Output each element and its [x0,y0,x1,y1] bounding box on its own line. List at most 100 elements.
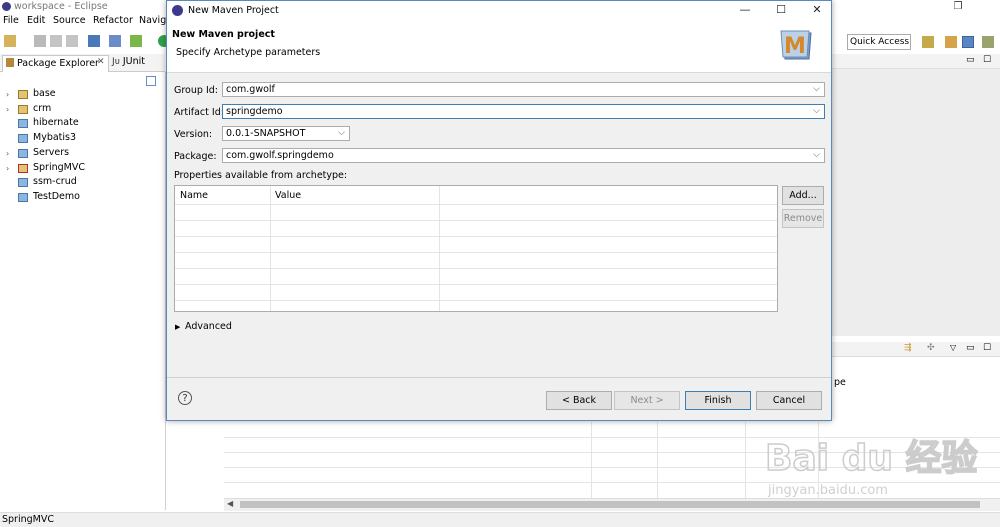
new-wizard-icon[interactable] [4,35,16,47]
chevron-right-icon[interactable]: › [6,90,9,99]
tree-item-testdemo[interactable]: TestDemo [0,191,160,205]
group-id-value: com.gwolf [226,84,275,95]
next-button[interactable]: Next > [614,391,680,410]
maven-logo-icon: M [780,30,812,60]
chevron-down-icon[interactable]: ⌵ [813,83,820,96]
folder-icon [18,178,28,188]
scrollbar-thumb[interactable] [240,501,980,508]
package-combo[interactable]: com.gwolf.springdemo ⌵ [222,148,825,163]
artifact-id-combo[interactable]: springdemo ⌵ [222,104,825,119]
open-perspective-icon[interactable] [922,36,934,48]
wizard-page-title: New Maven project [172,29,275,40]
outline-view [832,54,1000,336]
tree-item-label: Mybatis3 [33,132,77,144]
maximize-icon[interactable]: ☐ [771,3,791,17]
main-toolbar [0,29,170,52]
cancel-button[interactable]: Cancel [756,391,822,410]
minimize-view-icon[interactable]: ▭ [966,55,975,65]
close-icon[interactable]: ✕ [807,3,827,17]
tab-junit[interactable]: Jᴜ JUnit [112,56,145,67]
artifact-id-value: springdemo [226,106,283,117]
junit-icon: Jᴜ [112,57,120,67]
folder-icon [18,134,28,144]
maximize-view-icon[interactable]: ☐ [983,343,991,353]
tree-item-base[interactable]: › base [0,88,160,102]
scroll-left-icon[interactable]: ◀ [227,499,233,508]
menu-refactor[interactable]: Refactor [93,15,133,26]
tree-item-springmvc[interactable]: › SpringMVC [0,162,160,176]
status-bar: SpringMVC [0,512,1000,527]
chevron-down-icon[interactable]: ⌵ [813,105,820,118]
new-maven-project-dialog: New Maven Project — ☐ ✕ New Maven projec… [166,0,832,421]
error-project-icon [18,163,28,173]
menu-navigate[interactable]: Navig [139,15,166,26]
quick-access-field[interactable]: Quick Access [847,34,911,50]
column-header-value[interactable]: Value [275,190,301,201]
collapse-all-icon[interactable] [146,76,156,86]
version-value: 0.0.1-SNAPSHOT [226,128,306,139]
group-id-combo[interactable]: com.gwolf ⌵ [222,82,825,97]
tree-item-crm[interactable]: › crm [0,103,160,117]
tree-item-ssm-crud[interactable]: ssm-crud [0,176,160,190]
minimize-view-icon[interactable]: ▭ [966,343,975,353]
terminal-icon[interactable] [88,35,100,47]
package-explorer-tab-label: Package Explorer [17,58,99,69]
close-icon[interactable]: ✕ [97,57,105,67]
version-label: Version: [174,129,213,140]
tab-package-explorer[interactable]: Package Explorer ✕ [2,55,109,72]
advanced-section-toggle[interactable]: Advanced [185,321,232,332]
print-icon[interactable] [66,35,78,47]
add-property-button[interactable]: Add... [782,186,824,205]
project-tree: › base › crm hibernate Mybatis3 › Servers › Sprin… [0,88,165,218]
outline-view-tabbar: ▭ ☐ [832,54,1000,69]
tree-item-label: crm [33,102,52,114]
svg-text:jingyan.baidu.com: jingyan.baidu.com [767,483,888,498]
view-menu-icon[interactable]: ✣ [927,343,935,353]
folder-icon [18,192,28,202]
menu-source[interactable]: Source [53,15,86,26]
tree-item-servers[interactable]: › Servers [0,147,160,161]
menu-file[interactable]: File [3,15,19,26]
dialog-header: New Maven project Specify Archetype para… [167,20,831,73]
menu-edit[interactable]: Edit [27,15,45,26]
debug-perspective-icon[interactable] [982,36,994,48]
chevron-right-icon[interactable]: › [6,105,9,114]
properties-label: Properties available from archetype: [174,170,348,181]
back-button[interactable]: < Back [546,391,612,410]
column-header-type: pe [834,377,846,388]
java-perspective-icon[interactable] [962,36,974,48]
finish-button[interactable]: Finish [685,391,751,410]
maximize-view-icon[interactable]: ☐ [983,55,991,65]
column-header-name[interactable]: Name [180,190,208,201]
help-icon[interactable]: ? [178,391,192,405]
minimize-icon[interactable]: — [735,3,755,17]
folder-icon [18,148,28,158]
chevron-down-icon[interactable]: ⌵ [813,149,820,162]
package-value: com.gwolf.springdemo [226,150,334,161]
view-toolbar-icon[interactable]: ⇶ [904,343,912,353]
version-combo[interactable]: 0.0.1-SNAPSHOT ⌵ [222,126,350,141]
tree-item-mybatis3[interactable]: Mybatis3 [0,132,160,146]
eclipse-app-icon [172,5,183,16]
skip-breakpoints-icon[interactable] [109,35,121,47]
debug-icon[interactable] [130,35,142,47]
tree-item-hibernate[interactable]: hibernate [0,117,160,131]
java-ee-perspective-icon[interactable] [945,36,957,48]
save-icon[interactable] [34,35,46,47]
chevron-down-icon[interactable]: ⌵ [338,127,345,140]
properties-table[interactable]: Name Value [174,185,778,312]
chevron-down-icon[interactable]: ▽ [950,343,956,352]
save-all-icon[interactable] [50,35,62,47]
tree-item-label: ssm-crud [33,176,77,188]
package-explorer-icon [6,58,14,67]
package-label: Package: [174,151,217,162]
chevron-right-icon[interactable]: › [6,149,9,158]
baidu-watermark-logo: Bai du 经验 jingyan.baidu.com [764,437,978,498]
eclipse-app-icon [2,2,11,11]
chevron-right-icon[interactable]: › [6,164,9,173]
java-project-icon [18,90,28,99]
expand-arrow-icon[interactable]: ▶ [175,323,180,331]
remove-property-button[interactable]: Remove [782,209,824,228]
dialog-title: New Maven Project [188,5,279,16]
restore-window-icon[interactable]: ❐ [948,0,968,14]
